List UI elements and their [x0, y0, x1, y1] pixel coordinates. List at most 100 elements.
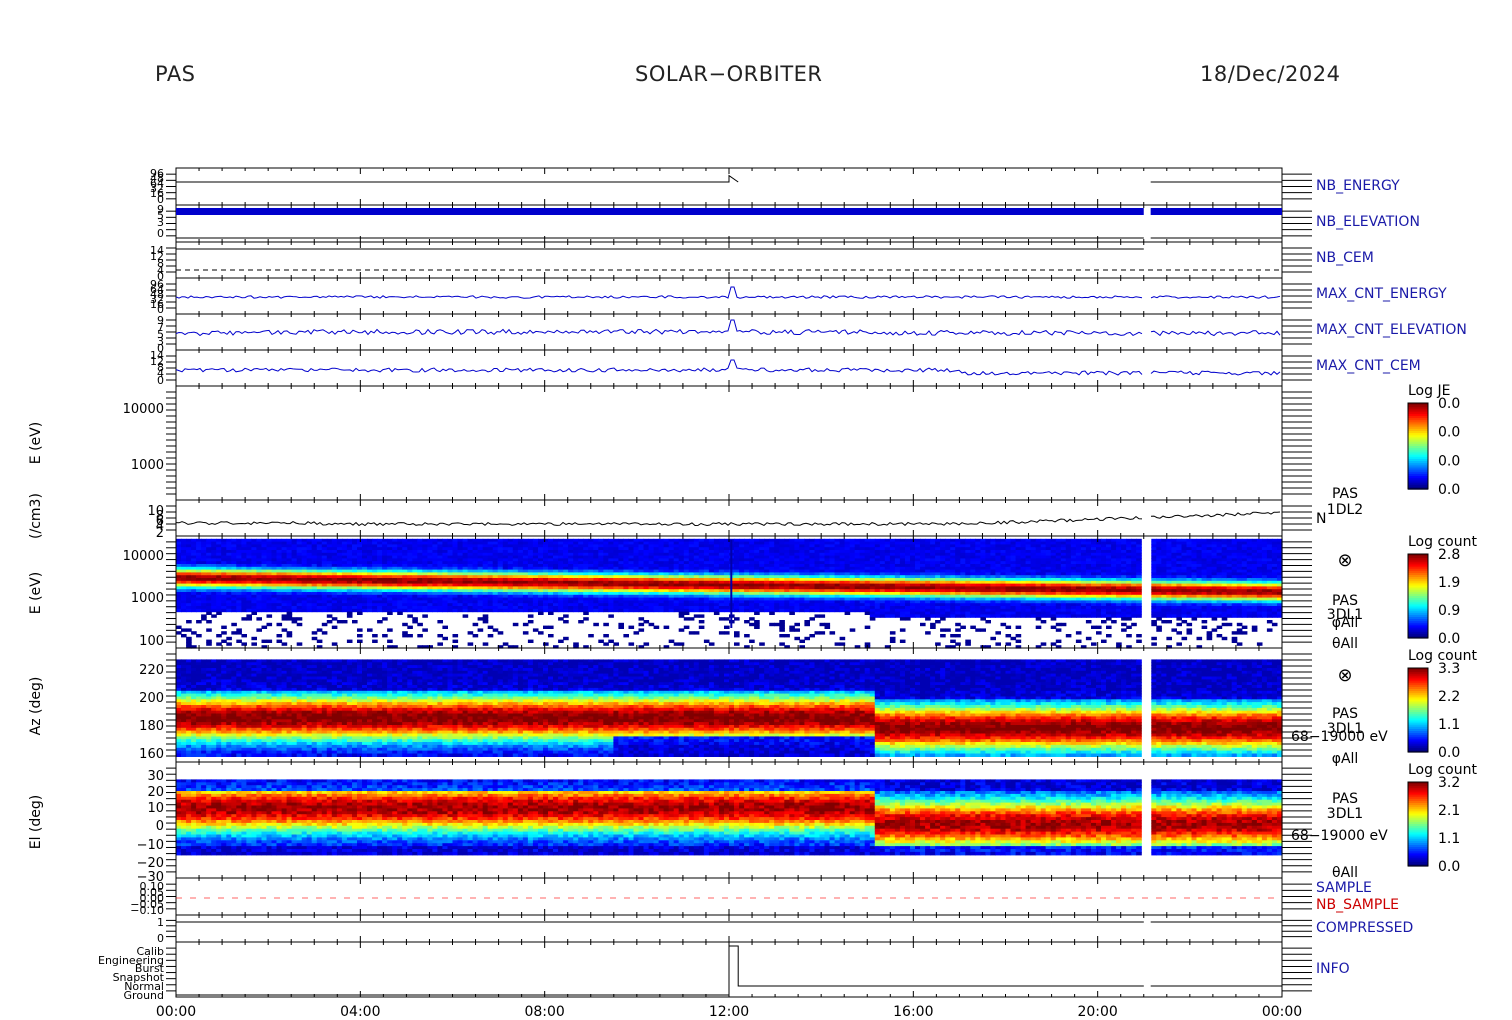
spectrogram-label: θAll	[1332, 636, 1358, 652]
panel-label: NB_ENERGY	[1316, 178, 1400, 194]
info-trace	[176, 946, 1144, 995]
colorbar-tick: 1.1	[1438, 831, 1460, 847]
y-tick-label: 200	[139, 691, 164, 706]
max-cnt-elevation-trace	[176, 320, 1142, 336]
x-tick-label: 00:00	[156, 1004, 196, 1020]
colorbar-tick: 0.9	[1438, 603, 1460, 619]
energy-spectrogram	[176, 539, 1283, 649]
colorbar-tick: 0.0	[1438, 425, 1460, 441]
y-axis-label: El (deg)	[28, 795, 44, 850]
max-cnt-cem-trace	[176, 360, 1142, 375]
spectrogram-label: 68−19000 eV	[1291, 828, 1388, 844]
y-axis-label: E (eV)	[28, 572, 44, 614]
density-trace	[176, 517, 1142, 526]
spectrogram-label: θAll	[1332, 865, 1358, 881]
colorbar-tick: 0.0	[1438, 482, 1460, 498]
colorbar-tick: 3.2	[1438, 775, 1460, 791]
nb-elevation-trace	[176, 208, 1282, 215]
n-label: N	[1316, 511, 1326, 527]
y-tick-label: 10	[147, 801, 164, 816]
y-tick-label: 180	[139, 719, 164, 734]
elevation-spectrogram	[176, 779, 1283, 855]
spectrogram-label: φAll	[1332, 751, 1359, 767]
tick-labels: 10	[157, 916, 164, 945]
x-tick-label: 20:00	[1077, 1004, 1117, 1020]
colorbar: Log count3.22.11.10.0	[1408, 762, 1477, 875]
x-tick-label: 16:00	[893, 1004, 933, 1020]
tick-labels: CalibEngineeringBurstSnapshotNormalGroun…	[98, 945, 165, 1002]
y-tick-label: Ground	[124, 989, 164, 1002]
tick-labels: 108642	[147, 504, 164, 541]
colorbar-tick: 2.2	[1438, 689, 1460, 705]
max-cnt-energy-trace	[1151, 296, 1280, 298]
spectrogram-label: φAll	[1332, 615, 1359, 631]
panel-label: SAMPLE	[1316, 880, 1372, 896]
max-cnt-cem-trace	[1151, 371, 1280, 375]
nb-energy-trace	[176, 176, 738, 182]
tick-labels: 10000 1000 100	[123, 549, 164, 649]
y-tick-label: 0	[157, 227, 164, 240]
colorbar-tick: 0.0	[1438, 859, 1460, 875]
y-tick-label: 220	[139, 663, 164, 678]
tick-labels: 9530	[157, 203, 164, 240]
x-tick-label: 12:00	[709, 1004, 749, 1020]
x-tick-label: 00:00	[1262, 1004, 1302, 1020]
panel-label: COMPRESSED	[1316, 920, 1413, 936]
y-axis-label: E (eV)	[28, 422, 44, 464]
x-tick-label: 08:00	[524, 1004, 564, 1020]
colorbar-tick: 1.1	[1438, 717, 1460, 733]
tick-labels: 96644832160	[150, 278, 164, 316]
y-tick-label: 160	[139, 747, 164, 762]
y-tick-label: 1000	[131, 458, 164, 473]
y-tick-label: 0	[157, 374, 164, 387]
tick-labels: 10000 1000	[123, 402, 164, 473]
panel-label-2: NB_SAMPLE	[1316, 897, 1399, 913]
y-tick-label: 10000	[123, 402, 164, 417]
azimuth-spectrogram	[176, 659, 1283, 757]
colorbar-tick: 0.0	[1438, 453, 1460, 469]
y-tick-label: 100	[139, 634, 164, 649]
density-trace	[1151, 512, 1280, 518]
y-tick-label: 20	[147, 785, 164, 800]
y-tick-label: 1000	[131, 591, 164, 606]
tick-labels: 96486432160	[150, 167, 164, 206]
y-tick-label: −10	[137, 838, 164, 853]
max-cnt-energy-trace	[176, 287, 1142, 298]
tick-labels: 3020100−10−20−30	[137, 769, 164, 885]
x-tick-label: 04:00	[340, 1004, 380, 1020]
colorbar-tick: 0.0	[1438, 396, 1460, 412]
y-axis-label: Az (deg)	[28, 677, 44, 736]
y-tick-label: 1	[157, 916, 164, 929]
y-tick-label: 30	[147, 769, 164, 784]
y-tick-label: 2	[156, 526, 164, 541]
colorbar-tick: 3.3	[1438, 661, 1460, 677]
n-label: PAS	[1332, 486, 1358, 502]
panel-label: MAX_CNT_ELEVATION	[1316, 322, 1467, 338]
panel-label: INFO	[1316, 961, 1350, 977]
panel-label: NB_ELEVATION	[1316, 214, 1420, 230]
spectrogram-label: ⊗	[1337, 550, 1352, 571]
colorbar-tick: 2.8	[1438, 547, 1460, 563]
tick-labels: 220 200 180 160	[139, 663, 164, 762]
y-tick-label: 10000	[123, 549, 164, 564]
y-tick-label: −20	[137, 856, 164, 871]
colorbar: Log count3.32.21.10.0	[1408, 648, 1477, 761]
colorbar-tick: 0.0	[1438, 631, 1460, 647]
max-cnt-elevation-trace	[1151, 331, 1280, 336]
panel-label: NB_CEM	[1316, 250, 1374, 266]
y-tick-label: 0	[157, 932, 164, 945]
spectrogram-label: ⊗	[1337, 665, 1352, 686]
colorbar: Log count2.81.90.90.0	[1408, 534, 1477, 647]
quicklook-plot: 9648643216095301412840966448321609753014…	[0, 0, 1512, 1020]
colorbar-tick: 2.1	[1438, 803, 1460, 819]
n-label: 1DL2	[1327, 502, 1363, 518]
spectrogram-label: PAS	[1332, 706, 1358, 722]
colorbar-tick: 0.0	[1438, 745, 1460, 761]
y-tick-label: 0	[156, 819, 164, 834]
panel-label: MAX_CNT_ENERGY	[1316, 286, 1447, 302]
spectrogram-label: 3DL1	[1327, 806, 1363, 822]
panel-frame	[176, 386, 1282, 500]
colorbar: Log JE0.00.00.00.0	[1408, 383, 1460, 498]
spectrogram-label: 68−19000 eV	[1291, 729, 1388, 745]
panel-label: MAX_CNT_CEM	[1316, 358, 1421, 374]
